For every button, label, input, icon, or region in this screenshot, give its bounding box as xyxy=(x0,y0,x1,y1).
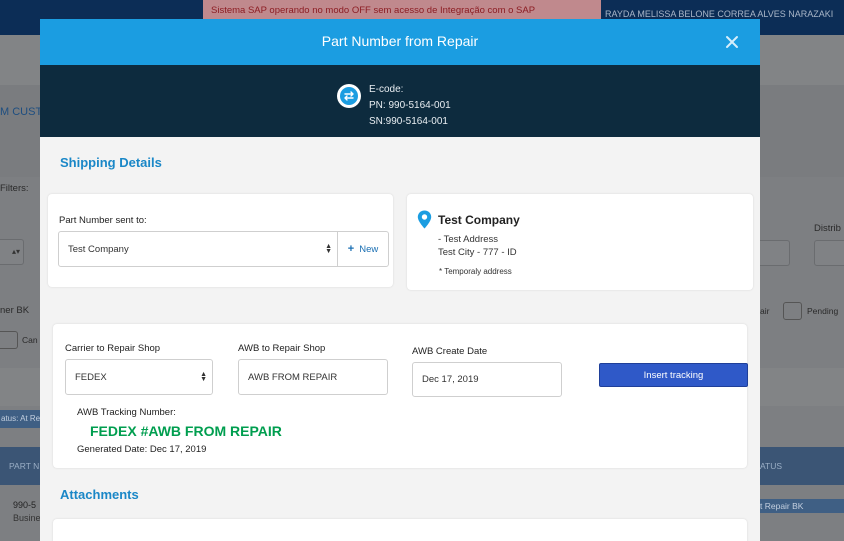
modal-header: Part Number from Repair xyxy=(40,19,760,65)
part-number-value: PN: 990-5164-001 xyxy=(369,100,451,111)
column-status: ATUS xyxy=(760,461,783,471)
select-caret-icon: ▲ ▼ xyxy=(200,371,207,383)
user-name: RAYDA MELISSA BELONE CORREA ALVES NARAZA… xyxy=(605,9,834,19)
sent-to-select[interactable]: Test Company ▲ ▼ xyxy=(58,231,338,267)
awb-date-label: AWB Create Date xyxy=(412,346,488,357)
carrier-label: Carrier to Repair Shop xyxy=(65,343,161,354)
plus-icon: + xyxy=(347,243,355,255)
attachments-card xyxy=(53,519,747,541)
cancel-checkbox xyxy=(0,331,18,349)
sap-alert-banner: Sistema SAP operando no modo OFF sem ace… xyxy=(203,0,601,20)
modal-title: Part Number from Repair xyxy=(321,33,479,49)
owner-bk-label: ner BK xyxy=(0,305,30,316)
shipping-details-title: Shipping Details xyxy=(60,155,162,170)
part-info-bar: E-code: PN: 990-5164-001 SN:990-5164-001 xyxy=(40,65,760,137)
row-part-number: 990-5 xyxy=(13,500,37,510)
cancel-label: Can xyxy=(22,335,38,345)
insert-tracking-button[interactable]: Insert tracking xyxy=(599,363,748,387)
attachments-title: Attachments xyxy=(60,487,139,502)
location-pin-icon xyxy=(417,210,432,229)
air-label: air xyxy=(760,306,770,316)
custom-tab: M CUST xyxy=(0,106,43,118)
filter-box-right xyxy=(760,240,790,266)
sent-to-value: Test Company xyxy=(68,243,129,255)
select-caret-icon: ▲ ▼ xyxy=(325,243,332,255)
part-number-modal: Part Number from Repair E-code: PN: 990-… xyxy=(40,19,760,541)
awb-date-input[interactable]: Dec 17, 2019 xyxy=(412,362,562,397)
awb-value: AWB FROM REPAIR xyxy=(248,371,338,383)
pending-label: Pending xyxy=(807,306,839,316)
status-chip: atus: At Re xyxy=(0,410,40,428)
address-line-1: - Test Address xyxy=(438,234,499,245)
awb-label: AWB to Repair Shop xyxy=(238,343,326,354)
tracking-number-value: FEDEX #AWB FROM REPAIR xyxy=(90,423,282,439)
address-line-2: Test City - 777 - ID xyxy=(438,247,517,258)
tracking-number-label: AWB Tracking Number: xyxy=(77,407,176,418)
temporary-address-note: * Temporaly address xyxy=(439,267,512,276)
carrier-select[interactable]: FEDEX ▲ ▼ xyxy=(65,359,213,395)
address-company-name: Test Company xyxy=(438,213,520,227)
address-card: Test Company - Test Address Test City - … xyxy=(407,194,753,290)
row-business: Busine xyxy=(13,513,40,523)
ecode-label: E-code: xyxy=(369,84,404,95)
distrib-box xyxy=(814,240,844,266)
pending-checkbox xyxy=(783,302,802,320)
sent-to-card: Part Number sent to: Test Company ▲ ▼ + N… xyxy=(48,194,393,287)
swap-icon xyxy=(337,84,361,108)
generated-date: Generated Date: Dec 17, 2019 xyxy=(77,444,207,455)
new-button-label: New xyxy=(359,243,379,255)
awb-input[interactable]: AWB FROM REPAIR xyxy=(238,359,388,395)
sent-to-label: Part Number sent to: xyxy=(59,215,147,226)
carrier-value: FEDEX xyxy=(75,371,107,383)
filter-select-left: ▴▾ xyxy=(0,239,24,265)
serial-number-value: SN:990-5164-001 xyxy=(369,116,448,127)
filters-label: Filters: xyxy=(0,183,29,194)
column-part-number: PART N xyxy=(9,461,40,471)
tracking-card: Carrier to Repair Shop FEDEX ▲ ▼ AWB to R… xyxy=(53,324,748,468)
distrib-label: Distrib xyxy=(814,223,841,234)
close-icon[interactable] xyxy=(724,34,740,50)
awb-date-value: Dec 17, 2019 xyxy=(422,374,479,385)
row-status-badge: t Repair BK xyxy=(760,499,844,513)
new-company-button[interactable]: + New xyxy=(337,231,389,267)
